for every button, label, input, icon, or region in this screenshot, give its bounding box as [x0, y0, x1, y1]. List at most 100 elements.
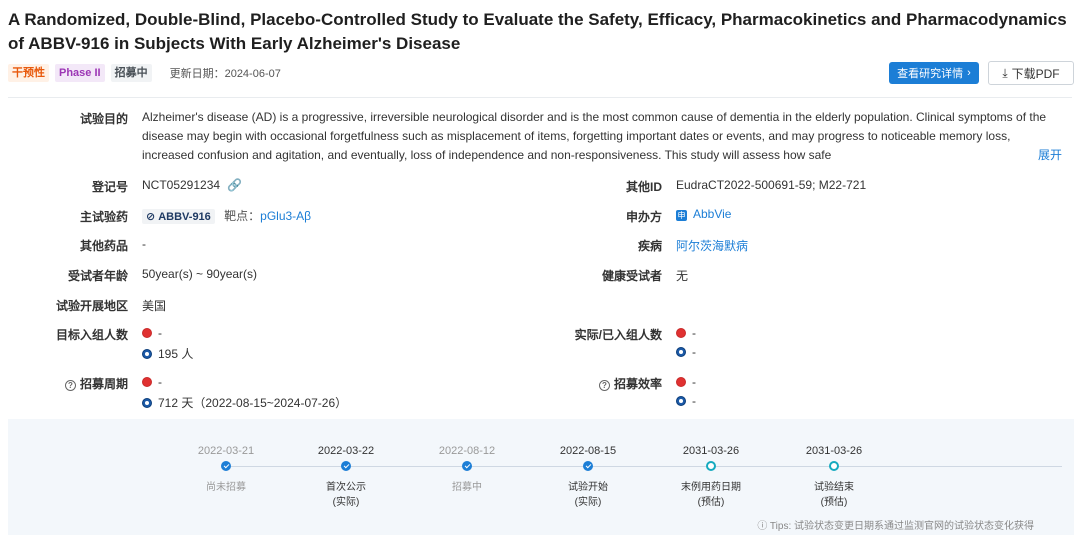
expand-link[interactable]: 展开: [1036, 146, 1063, 165]
timeline-label: 末例用药日期 (预估): [656, 480, 766, 510]
reg-number-label: 登记号: [91, 180, 128, 194]
disease-link[interactable]: 阿尔茨海默病: [676, 237, 748, 254]
timeline-date: 2031-03-26: [805, 445, 863, 457]
timeline-label: 试验开始 (实际): [533, 480, 643, 510]
tag-row: 干预性 Phase II 招募中 更新日期：2024-06-07: [8, 64, 281, 82]
timeline-label-main: 试验结束: [814, 482, 854, 493]
healthy-label: 健康受试者: [601, 269, 662, 283]
timeline-node-future-icon: [829, 461, 839, 471]
timeline-date: 2031-03-26: [682, 445, 740, 457]
target-enroll-label: 目标入组人数: [55, 328, 128, 342]
main-drug: ⊘ ABBV-916 靶点：pGlu3-Aβ: [142, 207, 311, 224]
timeline-node-done-icon: [583, 461, 593, 471]
download-icon: ⤓: [1002, 65, 1008, 80]
purpose-label: 试验目的: [79, 112, 128, 126]
reg-number-value: NCT05291234: [142, 178, 221, 192]
help-icon[interactable]: ?: [64, 380, 76, 391]
trial-title: A Randomized, Double-Blind, Placebo-Cont…: [8, 10, 1067, 53]
chevron-right-icon: ›: [967, 67, 971, 79]
update-date-value: 2024-06-07: [224, 68, 281, 80]
timeline-label-note: (预估): [697, 497, 725, 508]
target-enroll-cn: -: [142, 326, 162, 340]
other-id-value: EudraCT2022-500691-59; M22-721: [676, 178, 867, 192]
globe-icon: [676, 396, 686, 406]
actual-enroll-global: -: [676, 345, 696, 359]
header-divider: [8, 97, 1072, 98]
timeline-label: 试验结束 (预估): [779, 480, 889, 510]
china-flag-icon: [142, 377, 152, 387]
timeline-node-future-icon: [706, 461, 716, 471]
other-drugs-label: 其他药品: [79, 239, 128, 253]
update-label: 更新日期：: [169, 68, 225, 80]
age-label: 受试者年龄: [67, 269, 128, 283]
recruit-period-text: 招募周期: [79, 377, 128, 391]
purpose-text: Alzheimer's disease (AD) is a progressiv…: [142, 110, 1047, 162]
recruit-efficiency-text: 招募效率: [613, 377, 662, 391]
tag-study-type: 干预性: [8, 64, 49, 82]
view-detail-button[interactable]: 查看研究详情 ›: [889, 62, 979, 84]
status-timeline: 2022-03-21 尚未招募 2022-03-22 首次公示 (实际) 2022-08-…: [8, 419, 1074, 535]
recruit-efficiency-cn: -: [676, 375, 696, 389]
actual-enroll-cn-value: -: [692, 326, 696, 340]
timeline-line: [226, 466, 1062, 467]
globe-icon: [142, 398, 152, 408]
target-label: 靶点：: [224, 209, 261, 223]
target-enroll-cn-value: -: [158, 326, 162, 340]
download-pdf-button[interactable]: ⤓ 下载PDF: [988, 61, 1074, 85]
drug-name: ABBV-916: [158, 210, 211, 223]
china-flag-icon: [676, 377, 686, 387]
timeline-label-main: 末例用药日期: [681, 482, 741, 493]
main-drug-label: 主试验药: [79, 210, 128, 224]
recruit-period-global: 712 天（2022-08-15~2024-07-26）: [142, 394, 347, 411]
timeline-label-note: (实际): [332, 497, 360, 508]
timeline-node-done-icon: [221, 461, 231, 471]
tag-phase: Phase II: [55, 64, 105, 82]
recruit-period-cn: -: [142, 375, 162, 389]
timeline-tips: ⓘ Tips: 试验状态变更日期系通过监测官网的试验状态变化获得: [757, 517, 1034, 532]
age-value: 50year(s) ~ 90year(s): [142, 267, 258, 281]
target-enroll-global-value: 195 人: [158, 347, 194, 361]
timeline-node-done-icon: [462, 461, 472, 471]
recruit-efficiency-label: ? 招募效率: [598, 375, 662, 392]
timeline-tips-text: Tips: 试验状态变更日期系通过监测官网的试验状态变化获得: [769, 521, 1034, 532]
timeline-label-note: (预估): [820, 497, 848, 508]
drug-pill[interactable]: ⊘ ABBV-916: [142, 209, 215, 224]
help-icon[interactable]: ?: [598, 380, 610, 391]
sponsor-link[interactable]: AbbVie: [693, 207, 731, 221]
download-pdf-label: 下载PDF: [1011, 66, 1060, 81]
timeline-date: 2022-03-22: [317, 445, 375, 457]
target-enroll-global: 195 人: [142, 345, 193, 362]
globe-icon: [142, 349, 152, 359]
sponsor-label: 申办方: [625, 210, 662, 224]
timeline-date: 2022-08-12: [438, 445, 496, 457]
region-value: 美国: [142, 299, 167, 313]
timeline-label-main: 试验开始: [568, 482, 608, 493]
pill-icon: ⊘: [146, 211, 156, 223]
tag-recruit-status: 招募中: [110, 64, 152, 82]
view-detail-label: 查看研究详情: [897, 68, 964, 80]
healthy-value: 无: [676, 269, 689, 283]
disease-label: 疾病: [637, 239, 662, 253]
timeline-label: 首次公示 (实际): [291, 480, 401, 510]
recruit-efficiency-cn-value: -: [692, 375, 696, 389]
timeline-label-note: (实际): [574, 497, 602, 508]
other-drugs-value: -: [142, 237, 146, 251]
timeline-node-done-icon: [341, 461, 351, 471]
reg-number: NCT05291234 🔗: [142, 178, 242, 192]
timeline-label: 尚未招募: [171, 480, 281, 495]
actual-enroll-label: 实际/已入组人数: [574, 328, 662, 342]
recruit-period-cn-value: -: [158, 375, 162, 389]
region-label: 试验开展地区: [55, 299, 128, 313]
recruit-efficiency-global: -: [676, 394, 696, 408]
timeline-date: 2022-08-15: [559, 445, 617, 457]
china-flag-icon: [676, 328, 686, 338]
globe-icon: [676, 347, 686, 357]
update-date: 更新日期：2024-06-07: [170, 65, 281, 81]
target-link[interactable]: pGlu3-Aβ: [260, 209, 311, 223]
recruit-efficiency-global-value: -: [692, 394, 696, 408]
actual-enroll-cn: -: [676, 326, 696, 340]
info-icon: ⓘ: [757, 521, 770, 532]
china-flag-icon: [142, 328, 152, 338]
link-icon[interactable]: 🔗: [227, 178, 242, 192]
sponsor: 申 AbbVie: [676, 207, 731, 221]
